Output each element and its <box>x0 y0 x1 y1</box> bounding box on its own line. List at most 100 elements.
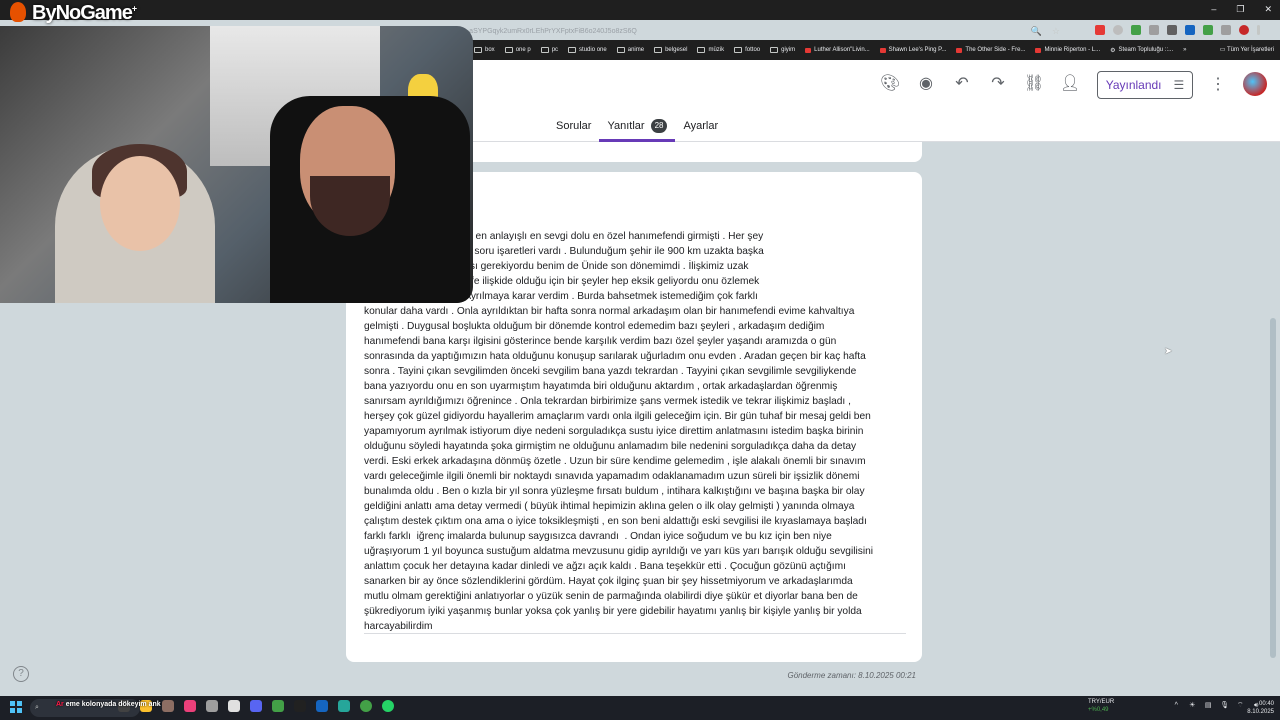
tab-responses[interactable]: Yanıtlar 28 <box>599 114 676 142</box>
minimize-icon[interactable]: – <box>1211 4 1216 15</box>
bookmark-star-icon[interactable]: ☆ <box>1052 26 1060 37</box>
webcam-face-left <box>100 156 180 251</box>
taskbar-app-icon[interactable] <box>206 700 218 712</box>
extension-icon[interactable] <box>1113 25 1123 35</box>
bookmark-item[interactable]: box <box>474 47 495 53</box>
bookmark-item[interactable]: studio one <box>568 47 607 53</box>
publish-button[interactable]: Yayınlandı ☰ <box>1097 71 1193 99</box>
network-icon[interactable]: ▤ <box>1204 702 1212 710</box>
extension-icon[interactable] <box>1203 25 1213 35</box>
bookmark-item[interactable]: belgesel <box>654 47 687 53</box>
folder-icon <box>616 47 625 53</box>
close-icon[interactable]: ✕ <box>1264 4 1272 15</box>
bookmark-item[interactable]: Shawn Lee's Ping P... <box>879 47 946 53</box>
system-tray: TRY/EUR +%0,49 ^ ☀ ▤ 🎙︎ ⌔ 🔊︎ <box>1088 698 1260 714</box>
address-actions: 🔍 ☆ <box>1031 26 1060 37</box>
redo-icon[interactable]: ↷ <box>988 74 1008 94</box>
folder-icon <box>568 47 577 53</box>
answer-line: mutlu olmam gerektiğini anlatıyorlar o y… <box>364 591 858 602</box>
bookmark-item[interactable]: Luther Allison"Livin... <box>805 47 870 53</box>
add-collaborator-icon[interactable]: 👤︎ <box>1060 74 1080 94</box>
answer-line: harcayabilirdim <box>364 621 433 632</box>
taskbar-app-icon[interactable] <box>162 700 174 712</box>
submitted-timestamp: Gönderme zamanı: 8.10.2025 00:21 <box>787 671 916 680</box>
answer-line: bana yazıyordu onu en son uyarmıştım hay… <box>364 381 838 392</box>
currency-widget[interactable]: TRY/EUR +%0,49 <box>1088 698 1114 714</box>
tab-questions[interactable]: Sorular <box>548 114 599 142</box>
answer-line: herşey çok güzel gidiyordu hayallerim am… <box>364 411 871 422</box>
forms-tabs: Sorular Yanıtlar 28 Ayarlar <box>548 114 726 142</box>
bookmark-item[interactable]: The Other Side - Fre... <box>956 47 1025 53</box>
youtube-icon <box>805 47 812 53</box>
bookmark-item[interactable]: müzik <box>697 47 724 53</box>
preview-eye-icon[interactable]: ◉ <box>916 74 936 94</box>
flame-icon <box>10 2 26 22</box>
link-icon[interactable]: ⛓︎ <box>1024 74 1044 94</box>
answer-line: sonra . Tayini çıkan sevgilimden önceki … <box>364 366 857 377</box>
tune-icon: ☰ <box>1173 78 1185 92</box>
answer-line: şükrediyorum iyiki yaşanmış bunlar yoksa… <box>364 606 862 617</box>
answer-divider <box>364 633 906 634</box>
folder-icon <box>734 47 743 53</box>
search-icon: ⌕ <box>35 704 39 711</box>
address-bar[interactable]: ...rvKEZ_aSYPGqyk2umRx0rLEhPrYXFptxFiB6o… <box>440 24 1060 40</box>
answer-line: geldiğini anlattı ama detay vermedi ( bü… <box>364 501 855 512</box>
more-vert-icon[interactable]: ⋮ <box>1210 74 1226 94</box>
extension-icon[interactable] <box>1149 25 1159 35</box>
all-bookmarks-link[interactable]: ▭ Tüm Yer İşaretleri <box>1220 46 1274 53</box>
answer-line: yapamıyorum ayrılmak istiyorum diye nede… <box>364 426 864 437</box>
extension-icon[interactable] <box>1095 25 1105 35</box>
answer-line: farklı farklı iğrenç imalarda bulunup sa… <box>364 531 832 542</box>
tab-settings[interactable]: Ayarlar <box>675 114 726 142</box>
windows-start-icon[interactable] <box>10 701 22 713</box>
taskbar-app-icon[interactable] <box>338 700 350 712</box>
bookmark-item[interactable]: anime <box>616 47 644 53</box>
chevron-up-icon[interactable]: ^ <box>1172 702 1180 710</box>
palette-icon[interactable]: 🎨︎ <box>880 74 900 94</box>
zoom-icon[interactable]: 🔍 <box>1031 26 1042 37</box>
bookmark-item[interactable]: one p <box>504 47 531 53</box>
answer-line: olduğunu söyledi hayatında şoka girmişti… <box>364 441 857 452</box>
avatar[interactable] <box>1243 72 1267 96</box>
chrome-icon[interactable] <box>360 700 372 712</box>
bookmark-item[interactable]: Minnie Riperton - L... <box>1035 47 1100 53</box>
answer-line: hanımefendi bana karşı ilgisini gösterin… <box>364 336 837 347</box>
clock[interactable]: 00:40 8.10.2025 <box>1238 700 1274 716</box>
microphone-icon[interactable]: 🎙︎ <box>1220 702 1229 710</box>
folder-icon: ▭ <box>1219 47 1227 53</box>
bookmark-item[interactable]: fottoo <box>734 47 760 53</box>
puzzle-icon[interactable] <box>1221 25 1231 35</box>
extension-icon[interactable] <box>1185 25 1195 35</box>
taskbar-app-icon[interactable] <box>228 700 240 712</box>
discord-icon[interactable] <box>250 700 262 712</box>
steam-icon[interactable] <box>316 700 328 712</box>
taskbar-app-icon[interactable] <box>184 700 196 712</box>
folder-icon <box>474 47 482 53</box>
answer-line: bunalımda oldu . Ben o kızla bir yıl son… <box>364 486 865 497</box>
page-scrollbar[interactable] <box>1270 318 1276 658</box>
mouse-cursor-icon: ➤ <box>1164 346 1173 357</box>
bookmarks-overflow[interactable]: » <box>1183 47 1186 53</box>
menu-dots-icon[interactable] <box>1257 25 1260 35</box>
folder-icon <box>654 47 663 53</box>
xbox-icon[interactable] <box>272 700 284 712</box>
extension-icon[interactable] <box>1131 25 1141 35</box>
profile-icon[interactable] <box>1239 25 1249 35</box>
epic-games-icon[interactable] <box>294 700 306 712</box>
steam-icon: ⚙ <box>1110 47 1116 54</box>
maximize-icon[interactable]: ❐ <box>1236 4 1244 15</box>
bookmark-item[interactable]: giyim <box>770 47 795 53</box>
brightness-icon[interactable]: ☀ <box>1188 702 1196 710</box>
youtube-icon <box>956 47 963 53</box>
folder-icon <box>697 47 706 53</box>
webcam-overlay <box>0 26 473 303</box>
answer-line: sonrasında da yaptığımızın hata olduğunu… <box>364 351 866 362</box>
stream-ticker: Ar eme kolonyada dökeyim ank <box>56 701 161 708</box>
bookmark-item[interactable]: pc <box>540 47 558 53</box>
browser-titlebar: – ❐ ✕ <box>0 0 1280 20</box>
extension-icon[interactable] <box>1167 25 1177 35</box>
whatsapp-icon[interactable] <box>382 700 394 712</box>
help-icon[interactable]: ? <box>13 666 29 682</box>
bookmark-item[interactable]: ⚙ Steam Topluluğu ::... <box>1110 47 1173 54</box>
undo-icon[interactable]: ↶ <box>952 74 972 94</box>
